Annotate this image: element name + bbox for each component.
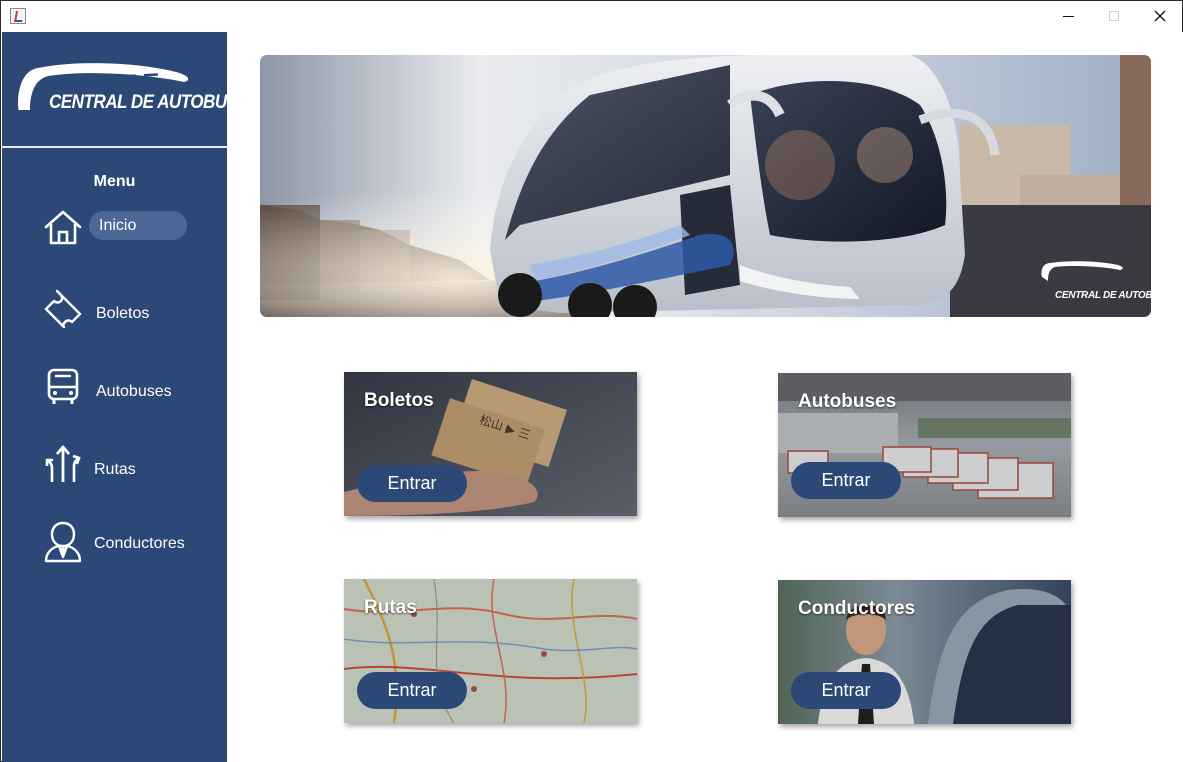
sidebar-item-label: Inicio — [99, 217, 137, 234]
card-boletos: 松山 ▶ 三 Boletos Entrar — [344, 372, 637, 516]
hero-banner: CENTRAL DE AUTOBUSES — [260, 55, 1151, 317]
minimize-icon — [1062, 15, 1074, 17]
ticket-icon — [44, 289, 82, 328]
sidebar-item-boletos[interactable]: Boletos — [2, 288, 227, 332]
sidebar-item-rutas[interactable]: Rutas — [2, 444, 227, 488]
menu-title: Menu — [93, 173, 136, 190]
sidebar-item-label: Rutas — [94, 461, 136, 478]
sidebar-item-inicio[interactable]: Inicio — [2, 208, 227, 252]
maximize-button[interactable] — [1091, 1, 1137, 31]
card-title: Conductores — [798, 598, 916, 619]
sidebar-item-conductores[interactable]: Conductores — [2, 520, 227, 564]
title-bar — [1, 1, 1182, 31]
brand-logo: CENTRAL DE AUTOBUSES — [16, 52, 260, 122]
bus-photo — [260, 55, 1151, 317]
routes-icon — [45, 445, 81, 482]
main-content: CENTRAL DE AUTOBUSES 松山 ▶ 三 — [227, 32, 1183, 762]
sidebar-item-label: Conductores — [94, 535, 185, 552]
card-title: Autobuses — [798, 391, 897, 412]
sidebar-item-label: Autobuses — [96, 383, 172, 400]
entrar-rutas-button[interactable]: Entrar — [357, 672, 467, 709]
entrar-autobuses-button[interactable]: Entrar — [791, 462, 901, 499]
driver-icon — [44, 521, 82, 563]
card-conductores: Conductores Entrar — [778, 580, 1071, 724]
app-window: CENTRAL DE AUTOBUSES Menu Inicio Boletos — [0, 0, 1183, 762]
card-title: Rutas — [364, 597, 417, 618]
logo-divider — [2, 146, 227, 148]
bus-icon — [47, 368, 79, 404]
sidebar: CENTRAL DE AUTOBUSES Menu Inicio Boletos — [2, 32, 260, 762]
home-icon — [44, 210, 82, 245]
minimize-button[interactable] — [1045, 1, 1091, 31]
maximize-icon — [1109, 11, 1119, 21]
close-icon — [1154, 10, 1166, 22]
card-autobuses: Autobuses Entrar — [778, 373, 1071, 517]
card-title: Boletos — [364, 390, 434, 411]
sidebar-item-label: Boletos — [96, 305, 150, 322]
java-app-icon — [10, 8, 26, 24]
card-rutas: Rutas Entrar — [344, 579, 637, 723]
active-pill: Inicio — [89, 211, 187, 240]
entrar-conductores-button[interactable]: Entrar — [791, 672, 901, 709]
close-button[interactable] — [1137, 1, 1183, 31]
entrar-boletos-button[interactable]: Entrar — [357, 465, 467, 502]
sidebar-item-autobuses[interactable]: Autobuses — [2, 367, 227, 411]
banner-logo-text: CENTRAL DE AUTOBUSES — [1055, 290, 1151, 301]
